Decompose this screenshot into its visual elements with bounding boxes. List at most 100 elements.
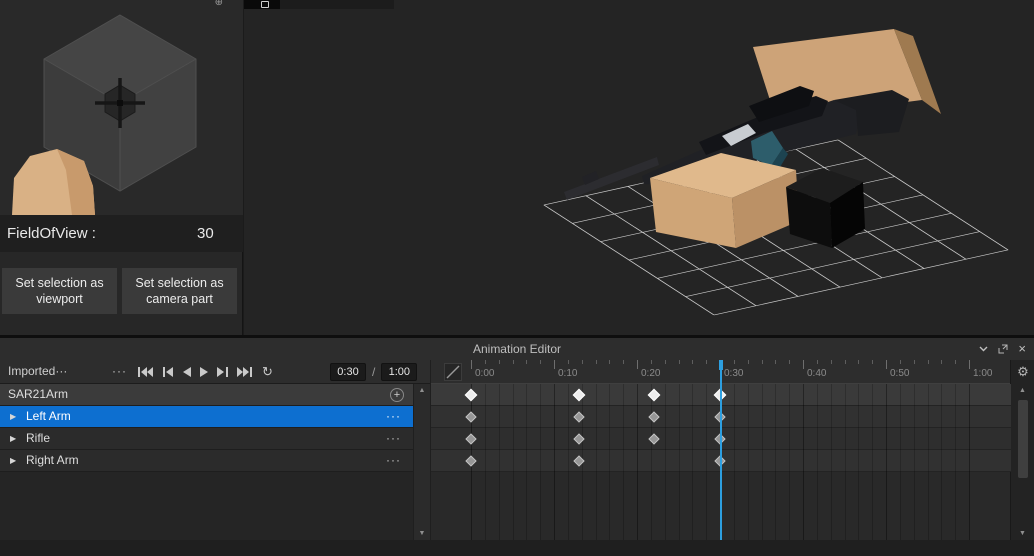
timeline-gridline (816, 384, 818, 540)
track-menu-button[interactable]: ··· (386, 428, 401, 449)
top-area: ⊕ FieldOfView : 30 Set selection as view… (0, 0, 1034, 335)
scroll-down-icon[interactable]: ▼ (1011, 530, 1034, 537)
ruler-tick (733, 360, 735, 364)
timeline-gridline (899, 384, 901, 540)
ruler-tick (623, 360, 625, 364)
go-to-first-frame-button[interactable] (138, 360, 154, 384)
timeline-gridline (623, 384, 625, 540)
ruler-tick (650, 360, 652, 364)
ruler-tick (955, 360, 957, 364)
timeline-gridline (858, 384, 860, 540)
set-selection-as-viewport-button[interactable]: Set selection as viewport (2, 268, 117, 314)
popout-window-icon[interactable] (998, 344, 1008, 354)
ruler-tick (678, 360, 680, 364)
ruler-tick (664, 360, 666, 364)
ruler-tick (789, 360, 791, 364)
timeline-gridline (761, 384, 763, 540)
play-button[interactable] (200, 360, 208, 384)
easing-mode-button[interactable] (444, 363, 462, 381)
ruler-tick (899, 360, 901, 364)
ruler-tick (567, 360, 569, 364)
scroll-up-icon[interactable]: ▲ (1011, 387, 1034, 394)
fov-property-row: FieldOfView : 30 (0, 215, 243, 252)
timeline-gridline (595, 384, 597, 540)
ruler-tick (637, 360, 638, 369)
timeline-gridline (830, 384, 832, 540)
expander-icon[interactable]: ▶ (10, 406, 16, 428)
ruler-tick (913, 360, 915, 364)
playhead[interactable] (719, 360, 723, 540)
track-name: Left Arm (26, 409, 71, 423)
timeline-gridline (941, 384, 943, 540)
settings-gear-icon[interactable]: ⚙ (1011, 360, 1034, 384)
camera-preview-viewport[interactable]: ⊕ (0, 0, 243, 215)
ruler-tick (858, 360, 860, 364)
preview-toolbar-partial: ⊕ (214, 0, 229, 6)
track-name: Rifle (26, 431, 51, 445)
timeline-gridline (844, 384, 846, 540)
vertical-scroll-thumb[interactable] (1018, 400, 1028, 478)
current-time-field[interactable]: 0:30 (330, 363, 366, 381)
expander-icon[interactable]: ▶ (10, 428, 16, 450)
timeline-gridline (706, 384, 708, 540)
animation-editor-titlebar: Animation Editor × (0, 338, 1034, 360)
timeline-gridline (789, 384, 791, 540)
close-icon[interactable]: × (1018, 338, 1026, 360)
ruler-tick (595, 360, 597, 364)
timeline-gridline (567, 384, 569, 540)
track-row-right-arm[interactable]: ▶ Right Arm ··· (0, 450, 413, 472)
track-row-rifle[interactable]: ▶ Rifle ··· (0, 428, 413, 450)
scroll-down-icon[interactable]: ▼ (414, 530, 430, 537)
3d-viewport[interactable] (244, 0, 1034, 335)
playhead-handle[interactable] (719, 360, 723, 370)
ruler-tick (941, 360, 943, 364)
go-to-last-frame-button[interactable] (237, 360, 253, 384)
set-selection-as-camera-part-button[interactable]: Set selection as camera part (122, 268, 237, 314)
timeline-vertical-scrollbar[interactable]: ⚙ ▲ ▼ (1010, 360, 1034, 540)
ruler-tick (816, 360, 818, 364)
animation-editor-panel: Animation Editor × Imported··· ··· ↻ 0:3… (0, 335, 1034, 556)
timeline-gridline (747, 384, 749, 540)
ruler-label: 0:50 (890, 368, 910, 379)
3d-scene[interactable] (244, 0, 1034, 335)
add-track-button[interactable]: + (390, 388, 404, 402)
timeline-gridline (609, 384, 611, 540)
fov-value[interactable]: 30 (197, 215, 214, 252)
total-time-field[interactable]: 1:00 (381, 363, 418, 381)
scroll-up-icon[interactable]: ▲ (414, 387, 430, 394)
timeline-gridline (803, 384, 804, 540)
expander-icon[interactable]: ▶ (10, 450, 16, 472)
track-row-left-arm[interactable]: ▶ Left Arm ··· (0, 406, 413, 428)
track-list: SAR21Arm + ▶ Left Arm ··· ▶ Rifle ··· ▶ … (0, 384, 413, 540)
timeline-gridline (484, 384, 486, 540)
loop-toggle-icon[interactable]: ↻ (262, 360, 273, 384)
timeline-gridline (650, 384, 652, 540)
timeline-gridline (678, 384, 680, 540)
playback-controls-bar: Imported··· ··· ↻ 0:30 / 1:00 (0, 360, 430, 384)
previous-keyframe-button[interactable] (163, 360, 174, 384)
animation-editor-body: Imported··· ··· ↻ 0:30 / 1:00 SAR21Arm +… (0, 360, 1034, 540)
collapse-chevron-icon[interactable] (979, 346, 988, 352)
track-menu-button[interactable]: ··· (386, 406, 401, 427)
timeline-gridline (927, 384, 929, 540)
ruler-tick (526, 360, 528, 364)
track-menu-button[interactable]: ··· (386, 450, 401, 471)
black-part (786, 168, 865, 248)
viewcube-graphic (0, 0, 243, 215)
play-reverse-button[interactable] (183, 360, 191, 384)
timeline-gridline (733, 384, 735, 540)
ruler-label: 1:00 (973, 368, 993, 379)
timeline-gridline (886, 384, 887, 540)
ruler-label: 0:00 (475, 368, 495, 379)
track-list-scrollbar[interactable]: ▲ ▼ (413, 384, 430, 540)
next-keyframe-button[interactable] (217, 360, 228, 384)
camera-buttons-row: Set selection as viewport Set selection … (2, 268, 237, 314)
track-row-sar21arm[interactable]: SAR21Arm + (0, 384, 413, 406)
ruler-tick (747, 360, 749, 364)
time-separator: / (372, 365, 376, 379)
clip-menu-button[interactable]: ··· (112, 360, 127, 383)
timeline: 0:00 0:10 0:20 0:30 0:40 0:50 1:00 (430, 360, 1011, 540)
ruler-tick (692, 360, 694, 364)
ruler-tick (554, 360, 555, 369)
timeline-gridline (955, 384, 957, 540)
